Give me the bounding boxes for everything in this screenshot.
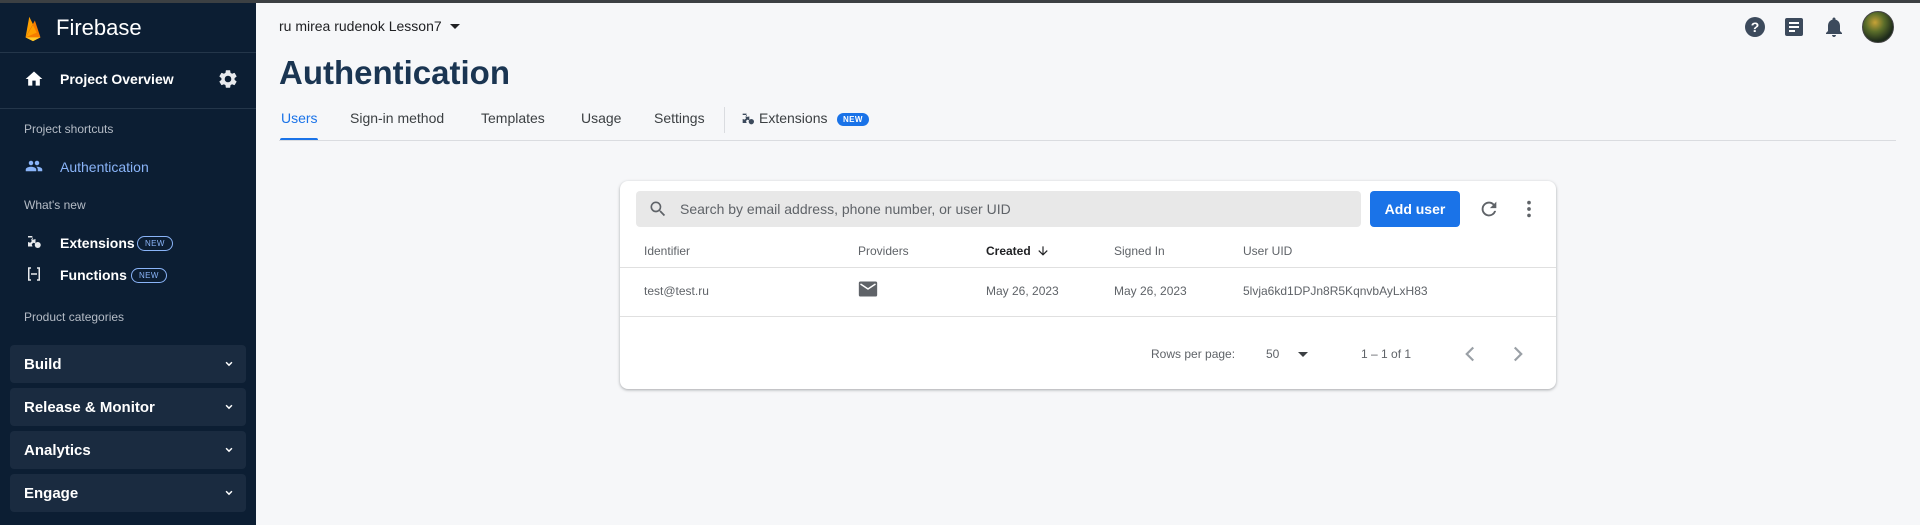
new-badge: NEW xyxy=(137,236,173,251)
search-input[interactable] xyxy=(680,191,1350,227)
new-badge: NEW xyxy=(837,113,869,126)
chevron-right-icon[interactable] xyxy=(1505,340,1531,368)
tab-settings[interactable]: Settings xyxy=(654,110,705,126)
add-user-button[interactable]: Add user xyxy=(1370,191,1460,227)
category-label: Engage xyxy=(24,485,79,502)
project-switcher[interactable]: ru mirea rudenok Lesson7 xyxy=(279,18,460,34)
sidebar-item-authentication[interactable]: Authentication xyxy=(0,151,256,181)
tabs-divider xyxy=(279,140,1896,141)
project-name: ru mirea rudenok Lesson7 xyxy=(279,18,442,34)
sidebar-item-extensions[interactable]: Extensions NEW xyxy=(0,227,256,257)
tab-usage[interactable]: Usage xyxy=(581,110,621,126)
sidebar-divider xyxy=(0,108,256,109)
more-vert-icon[interactable] xyxy=(1518,198,1540,220)
sidebar-item-label: Authentication xyxy=(60,159,149,175)
cell-identifier: test@test.ru xyxy=(644,284,709,298)
release-notes-icon[interactable] xyxy=(1782,15,1806,39)
caret-down-icon xyxy=(449,23,460,29)
search-bar[interactable] xyxy=(636,191,1361,227)
project-overview-label: Project Overview xyxy=(60,71,174,87)
column-header-user-uid: User UID xyxy=(1243,244,1293,258)
whats-new-title: What's new xyxy=(24,198,86,212)
tab-users[interactable]: Users xyxy=(281,110,318,126)
chevron-down-icon xyxy=(225,404,233,410)
email-icon xyxy=(858,281,878,297)
pagination-range: 1 – 1 of 1 xyxy=(1361,347,1412,361)
gear-icon[interactable] xyxy=(217,68,239,90)
chevron-down-icon xyxy=(225,490,233,496)
category-label: Release & Monitor xyxy=(24,399,155,416)
category-build[interactable]: Build xyxy=(10,345,246,383)
tab-separator xyxy=(724,107,725,133)
rows-per-page-select[interactable]: 50 xyxy=(1266,340,1324,368)
firebase-brand[interactable]: Firebase xyxy=(22,12,142,44)
header-divider xyxy=(620,267,1556,268)
cell-user-uid: 5lvja6kd1DPJn8R5KqnvbAyLxH83 xyxy=(1243,284,1428,298)
people-icon xyxy=(25,160,43,172)
extensions-icon xyxy=(742,113,754,125)
project-shortcuts-title: Project shortcuts xyxy=(24,122,114,136)
sort-arrow-down-icon[interactable] xyxy=(1036,244,1050,258)
tab-bar: Users Sign-in method Templates Usage Set… xyxy=(279,110,1896,142)
avatar[interactable] xyxy=(1862,11,1894,43)
tab-signin-method[interactable]: Sign-in method xyxy=(350,110,444,126)
column-header-providers: Providers xyxy=(858,244,909,258)
functions-icon xyxy=(28,267,40,281)
column-header-signed-in[interactable]: Signed In xyxy=(1114,244,1165,258)
extensions-icon xyxy=(28,236,41,248)
sidebar-item-functions[interactable]: Functions NEW xyxy=(0,259,256,289)
tab-extensions-label: Extensions xyxy=(759,110,828,126)
tab-extensions[interactable]: Extensions NEW xyxy=(740,110,880,130)
sidebar-item-label: Functions xyxy=(60,267,127,283)
sidebar-item-label: Extensions xyxy=(60,235,135,251)
sidebar: Firebase Project Overview Project shortc… xyxy=(0,0,256,525)
column-header-identifier[interactable]: Identifier xyxy=(644,244,690,258)
search-icon xyxy=(650,201,666,217)
chevron-down-icon xyxy=(225,447,233,453)
category-release-monitor[interactable]: Release & Monitor xyxy=(10,388,246,426)
brand-name: Firebase xyxy=(56,15,142,40)
category-label: Analytics xyxy=(24,442,91,459)
refresh-icon[interactable] xyxy=(1478,198,1500,220)
page-title: Authentication xyxy=(279,54,510,91)
tab-templates[interactable]: Templates xyxy=(481,110,545,126)
product-categories-title: Product categories xyxy=(24,310,125,324)
svg-text:?: ? xyxy=(1751,19,1760,35)
column-header-created[interactable]: Created xyxy=(986,244,1031,258)
help-icon[interactable]: ? xyxy=(1743,15,1767,39)
row-divider xyxy=(620,316,1556,317)
category-analytics[interactable]: Analytics xyxy=(10,431,246,469)
sidebar-divider xyxy=(0,52,256,53)
firebase-logo-icon xyxy=(25,16,41,42)
cell-signed-in: May 26, 2023 xyxy=(1114,284,1187,298)
notifications-icon[interactable] xyxy=(1822,15,1846,39)
category-engage[interactable]: Engage xyxy=(10,474,246,512)
category-label: Build xyxy=(24,356,62,373)
rows-per-page-value: 50 xyxy=(1266,347,1280,361)
home-icon xyxy=(25,71,43,86)
chevron-left-icon[interactable] xyxy=(1457,340,1483,368)
chevron-down-icon xyxy=(225,361,233,367)
new-badge: NEW xyxy=(131,268,167,283)
cell-created: May 26, 2023 xyxy=(986,284,1059,298)
project-overview-item[interactable]: Project Overview xyxy=(0,62,256,96)
window-top-border xyxy=(0,0,1920,3)
users-table-card: Add user Identifier Providers Created Si… xyxy=(620,181,1556,389)
rows-per-page-label: Rows per page: xyxy=(1151,347,1236,361)
caret-down-icon xyxy=(1298,352,1308,357)
